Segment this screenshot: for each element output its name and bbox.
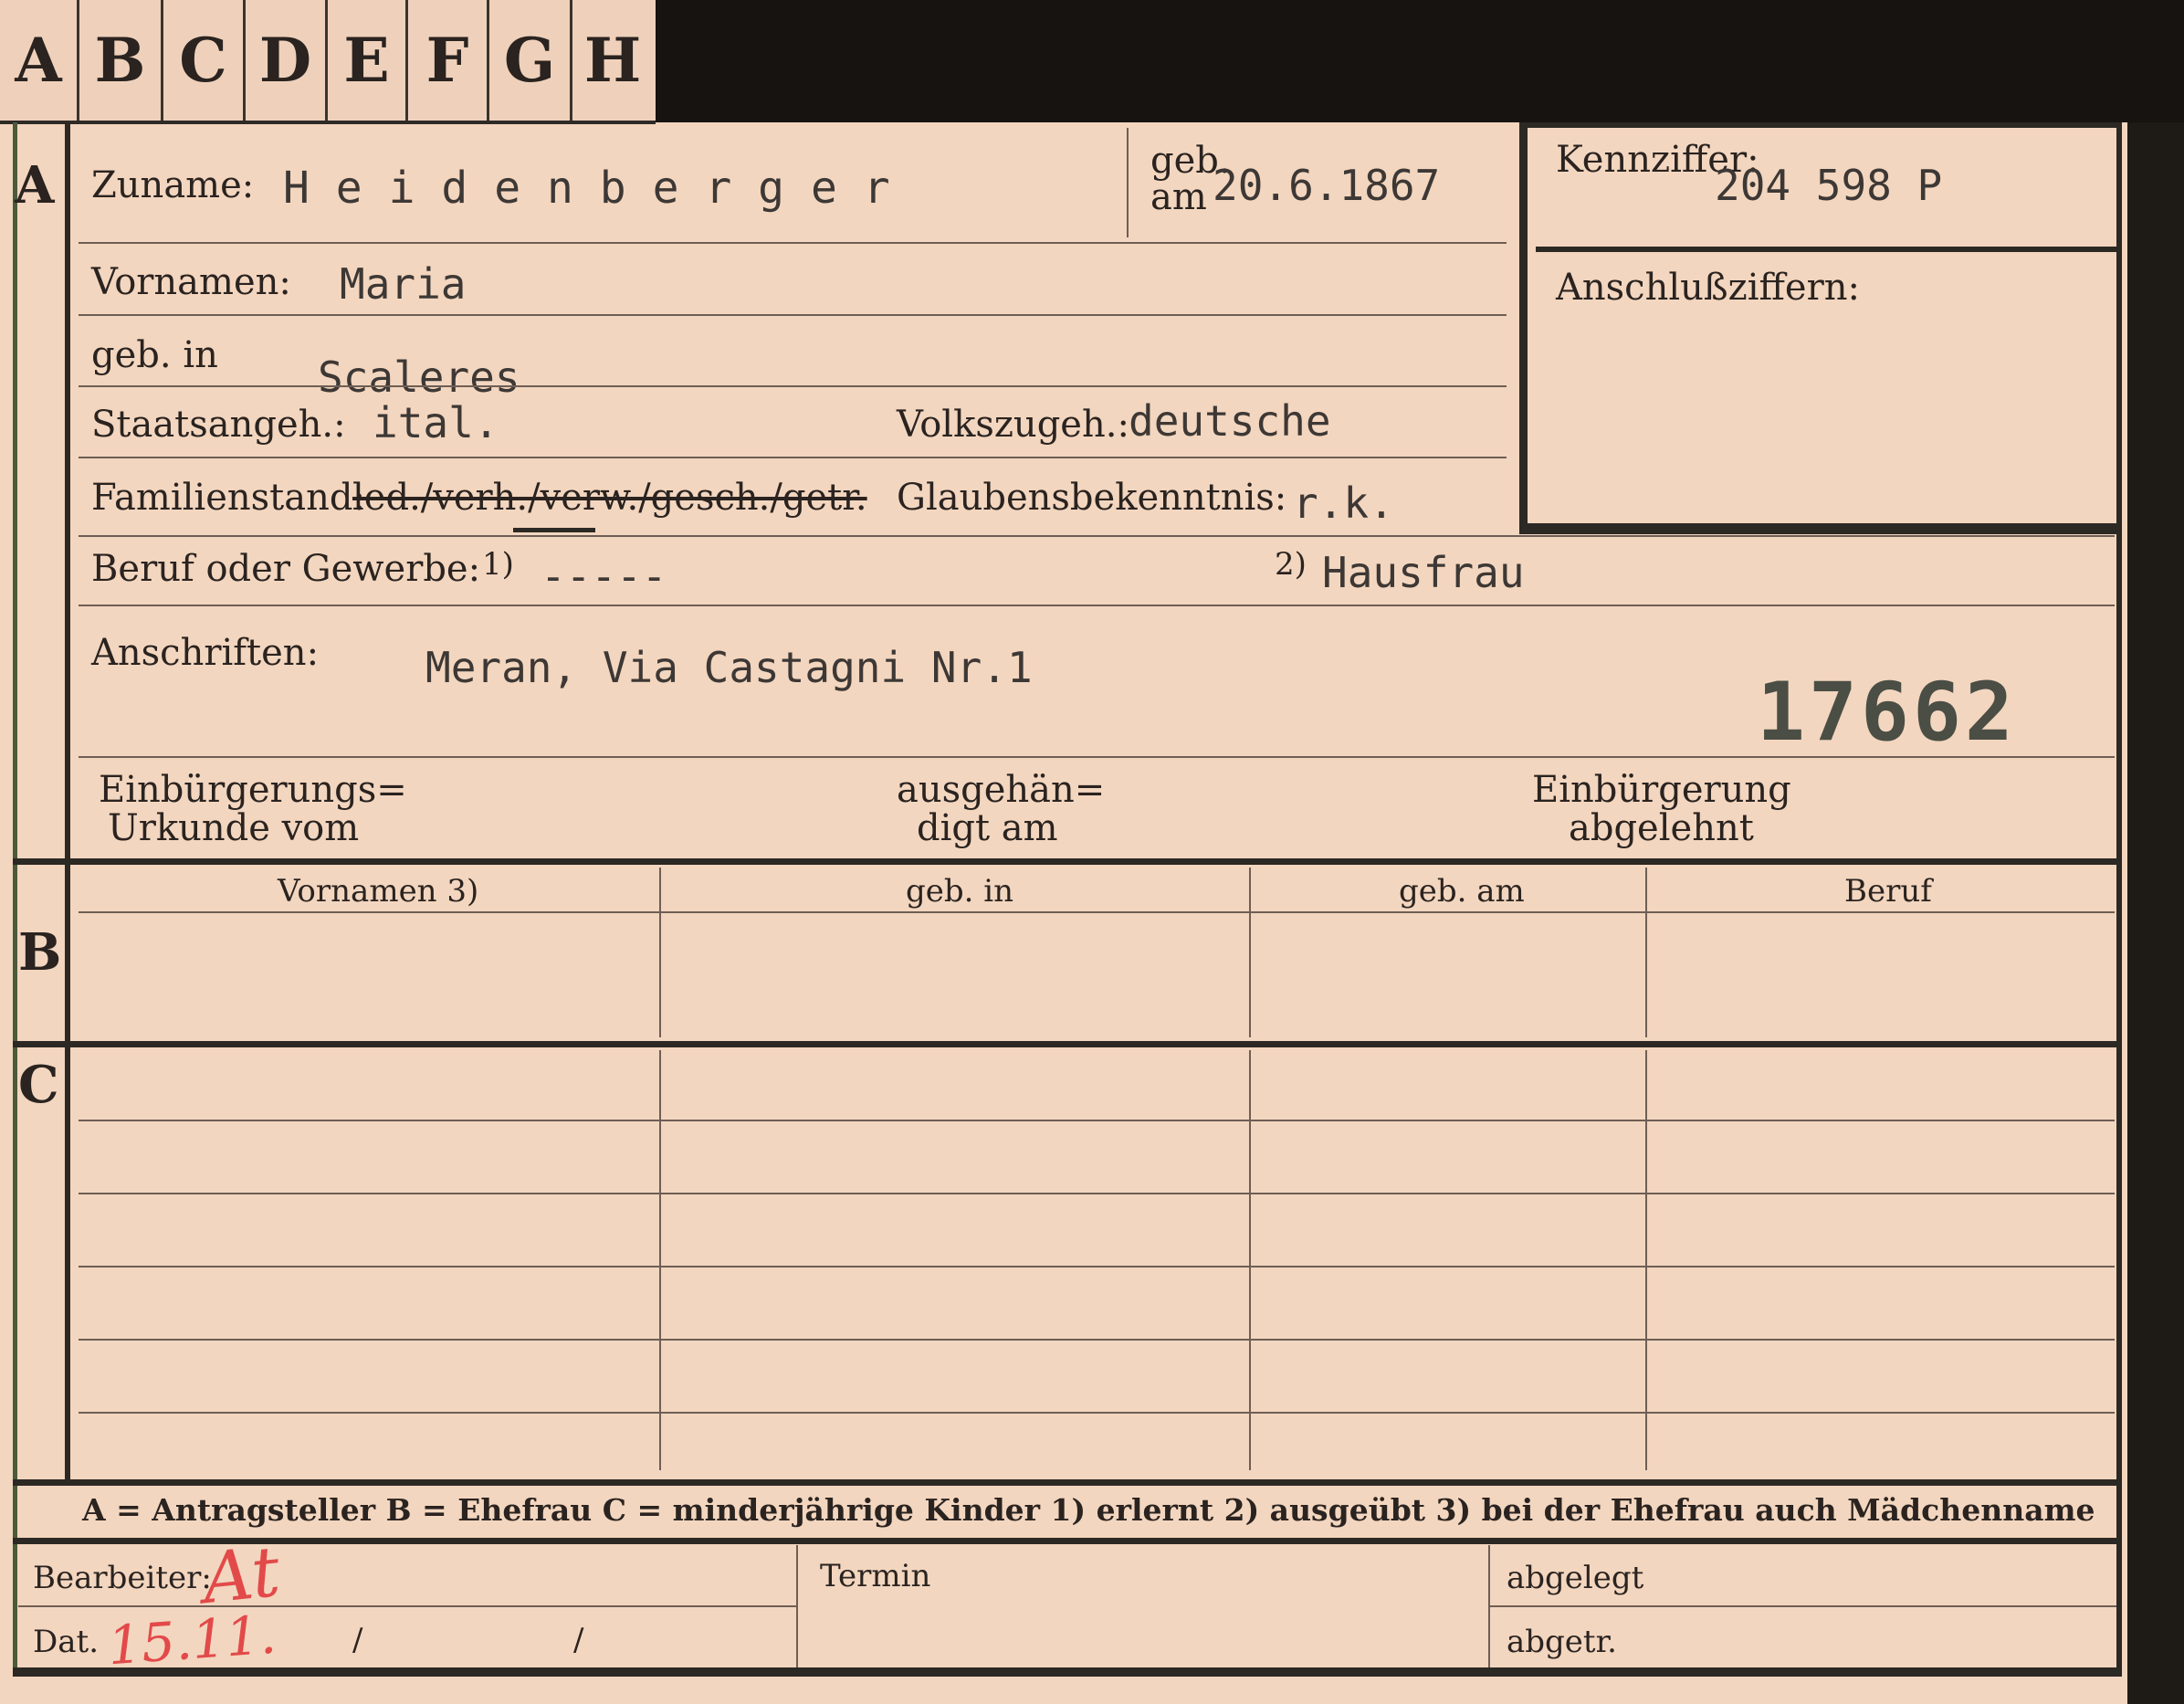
- beruf-marker-1: 1): [482, 546, 514, 583]
- glaubensbekenntnis-label: Glaubensbekenntnis:: [897, 477, 1287, 519]
- row-line: [79, 535, 2115, 537]
- kennziffer-box-bottom: [1519, 523, 2122, 534]
- tab-d[interactable]: D: [246, 0, 328, 121]
- row-line: [79, 242, 1507, 244]
- right-border: [2116, 122, 2122, 1675]
- abgetr-label: abgetr.: [1507, 1624, 1617, 1660]
- kennziffer-value: 204 598 P: [1715, 161, 1943, 210]
- staatsangeh-label: Staatsangeh.:: [91, 404, 346, 446]
- geb-am-label-bottom: am: [1150, 176, 1207, 218]
- familienstand-label: Familienstand:: [91, 477, 365, 519]
- dat-label: Dat.: [33, 1624, 100, 1660]
- stamp-number: 17662: [1757, 665, 2017, 759]
- geb-in-value: Scaleres: [318, 352, 520, 402]
- abgelegt-label: abgelegt: [1507, 1560, 1644, 1596]
- child-row-line: [79, 1412, 2115, 1414]
- anschlussziffern-label: Anschlußziffern:: [1556, 267, 1860, 309]
- top-black-margin: [656, 0, 2184, 122]
- ausgehaendigt-label-1: ausgehän=: [897, 769, 1106, 811]
- kennziffer-box-left: [1519, 122, 1528, 533]
- dat-slash-1: /: [352, 1622, 363, 1658]
- row-line: [79, 756, 2115, 758]
- volkszugeh-label: Volkszugeh.:: [897, 404, 1129, 446]
- section-b-top-border: [13, 858, 2122, 865]
- column-divider: [659, 868, 661, 1037]
- beruf-ausgeuebt-value: Hausfrau: [1322, 548, 1525, 597]
- right-black-margin: [2127, 122, 2184, 1704]
- legend-top-border: [13, 1479, 2122, 1486]
- legend-text: A = Antragsteller B = Ehefrau C = minder…: [82, 1492, 2095, 1528]
- column-divider: [1249, 1050, 1251, 1470]
- kennziffer-divider: [1536, 247, 2118, 252]
- card-bottom-border: [13, 1667, 2122, 1677]
- zuname-value: H e i d e n b e r g e r: [283, 163, 890, 214]
- row-line: [79, 314, 1507, 316]
- staatsangeh-value: ital.: [373, 398, 499, 447]
- einbuergerung-abgelehnt-label-2: abgelehnt: [1569, 807, 1754, 849]
- header-geb-in: geb. in: [906, 873, 1014, 910]
- termin-label: Termin: [820, 1558, 931, 1594]
- kennziffer-box-top: [1519, 122, 2122, 128]
- row-line: [79, 385, 1507, 387]
- section-c-top-border: [13, 1041, 2122, 1047]
- header-beruf: Beruf: [1844, 873, 1932, 910]
- beruf-label: Beruf oder Gewerbe:: [91, 548, 481, 590]
- column-divider: [659, 1050, 661, 1470]
- tab-e[interactable]: E: [328, 0, 408, 121]
- tab-g[interactable]: G: [489, 0, 572, 121]
- registration-card: A B C D E F G H A B C Zuname: H e i d e …: [0, 0, 2184, 1704]
- geb-am-separator: [1127, 128, 1129, 237]
- volkszugeh-value: deutsche: [1129, 396, 1331, 446]
- tab-c[interactable]: C: [163, 0, 246, 121]
- beruf-erlernt-value: -----: [541, 552, 667, 601]
- zuname-label: Zuname:: [91, 164, 255, 206]
- child-row-line: [79, 1120, 2115, 1121]
- header-vornamen: Vornamen 3): [278, 873, 479, 910]
- tab-f[interactable]: F: [408, 0, 489, 121]
- footer-row-line: [18, 1605, 796, 1607]
- bearbeiter-label: Bearbeiter:: [33, 1560, 212, 1596]
- header-underline: [79, 911, 2115, 913]
- section-divider-vertical: [65, 122, 70, 1483]
- einbuergerungsurkunde-label-2: Urkunde vom: [108, 807, 360, 849]
- left-edge-line: [13, 122, 17, 1675]
- anschriften-label: Anschriften:: [91, 632, 320, 674]
- glaubensbekenntnis-value: r.k.: [1293, 479, 1394, 528]
- section-letter-c: C: [18, 1055, 59, 1115]
- einbuergerung-abgelehnt-label-1: Einbürgerung: [1532, 769, 1791, 811]
- header-geb-am: geb. am: [1399, 873, 1525, 910]
- ausgehaendigt-label-2: digt am: [917, 807, 1058, 849]
- tab-h[interactable]: H: [572, 0, 653, 121]
- row-line: [79, 605, 2115, 606]
- geb-am-value: 20.6.1867: [1213, 161, 1441, 210]
- section-letter-a: A: [15, 155, 55, 216]
- beruf-marker-2: 2): [1275, 546, 1307, 583]
- tab-b[interactable]: B: [79, 0, 163, 121]
- section-letter-b: B: [18, 922, 62, 983]
- geb-in-label: geb. in: [91, 334, 218, 376]
- column-divider: [1645, 1050, 1647, 1470]
- column-divider: [1645, 868, 1647, 1037]
- child-row-line: [79, 1266, 2115, 1267]
- vornamen-value: Maria: [340, 259, 467, 309]
- column-divider: [1249, 868, 1251, 1037]
- footer-divider: [1488, 1545, 1490, 1669]
- tab-a[interactable]: A: [0, 0, 79, 121]
- child-row-line: [79, 1193, 2115, 1194]
- footer-divider: [796, 1545, 798, 1669]
- legend-bottom-border: [13, 1538, 2122, 1544]
- letter-tab-strip: A B C D E F G H: [0, 0, 656, 124]
- familienstand-options: led./verh./verw./gesch./getr.: [352, 477, 867, 519]
- footer-row-line: [1488, 1605, 2116, 1607]
- child-row-line: [79, 1339, 2115, 1341]
- einbuergerungsurkunde-label-1: Einbürgerungs=: [99, 769, 407, 811]
- familienstand-underline: [513, 528, 595, 532]
- dat-value: 15.11.: [105, 1603, 278, 1678]
- anschriften-value: Meran, Via Castagni Nr.1: [425, 643, 1033, 692]
- dat-slash-2: /: [573, 1622, 584, 1658]
- vornamen-label: Vornamen:: [91, 261, 291, 303]
- row-line: [79, 457, 1507, 458]
